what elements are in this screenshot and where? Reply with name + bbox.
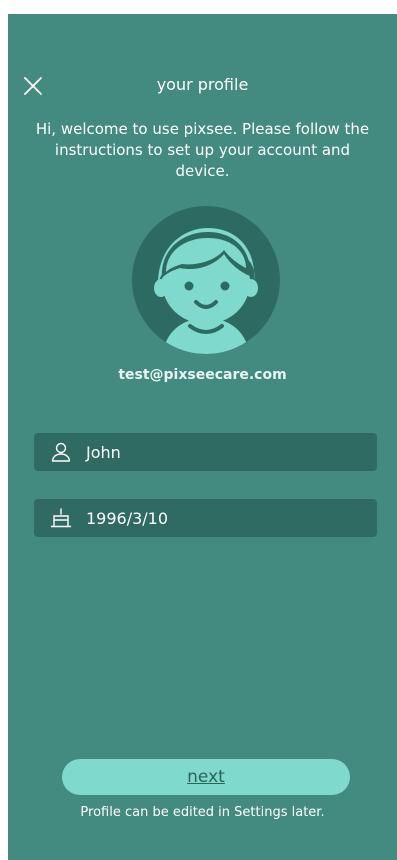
cake-icon: [50, 508, 72, 528]
account-email: test@pixseecare.com: [118, 367, 287, 383]
name-field[interactable]: John: [34, 433, 377, 471]
page-title: your profile: [156, 75, 249, 94]
name-value: John: [86, 442, 121, 462]
profile-screen: your profile Hi, welcome to use pixsee. …: [8, 14, 397, 860]
next-button[interactable]: next: [62, 759, 350, 795]
top-bar: your profile: [8, 74, 397, 100]
settings-note: Profile can be edited in Settings later.: [80, 805, 325, 820]
welcome-message: Hi, welcome to use pixsee. Please follow…: [35, 120, 370, 180]
birthday-field[interactable]: 1996/3/10: [34, 499, 377, 537]
next-button-label: next: [187, 767, 225, 787]
birthday-value: 1996/3/10: [86, 508, 169, 528]
child-avatar-icon: [132, 206, 280, 354]
person-icon: [51, 442, 71, 462]
